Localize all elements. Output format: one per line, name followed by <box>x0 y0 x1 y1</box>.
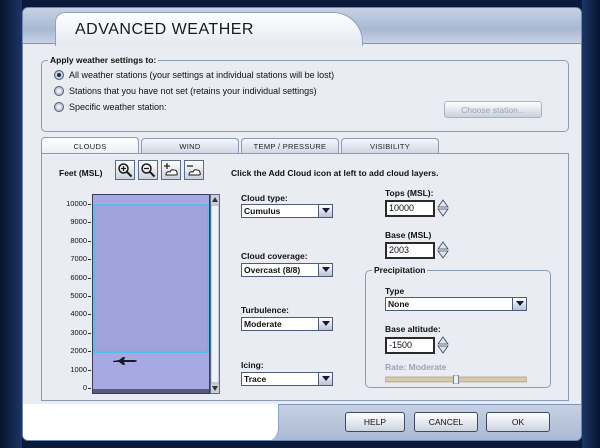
precip-type-label: Type <box>385 286 405 296</box>
turbulence-value: Moderate <box>244 319 282 329</box>
cloud-type-label: Cloud type: <box>241 193 288 203</box>
feet-msl-label: Feet (MSL) <box>59 168 103 178</box>
altitude-tick-label: 9000 <box>70 217 87 227</box>
altitude-tick <box>88 314 91 316</box>
altitude-tick <box>88 222 91 224</box>
radio-all-stations[interactable]: All weather stations (your settings at i… <box>54 70 334 80</box>
apply-settings-label: Apply weather settings to: <box>48 55 159 65</box>
remove-cloud-button[interactable] <box>184 160 204 180</box>
icing-select[interactable]: Trace <box>241 372 333 386</box>
ok-button[interactable]: OK <box>486 412 550 432</box>
add-cloud-hint: Click the Add Cloud icon at left to add … <box>231 168 439 178</box>
choose-station-button[interactable]: Choose station... <box>444 101 542 118</box>
scrollbar-svg <box>210 195 220 393</box>
radio-unset-stations[interactable]: Stations that you have not set (retains … <box>54 86 317 96</box>
zoom-out-button[interactable] <box>138 160 158 180</box>
window-edge-left <box>0 0 22 448</box>
base-spinner[interactable] <box>437 241 449 259</box>
airplane-icon <box>113 357 137 365</box>
altitude-tick <box>88 240 91 242</box>
chevron-down-icon[interactable] <box>512 298 526 310</box>
altitude-tick-label: 1000 <box>70 364 87 374</box>
cloud-type-value: Cumulus <box>244 206 281 216</box>
altitude-tick-label: 10000 <box>66 199 87 208</box>
zoom-in-button[interactable] <box>115 160 135 180</box>
precip-type-select[interactable]: None <box>385 297 527 311</box>
base-altitude-spinner[interactable] <box>437 336 449 354</box>
precip-type-value: None <box>388 299 410 309</box>
tab-temp-pressure[interactable]: TEMP / PRESSURE <box>241 138 339 154</box>
tops-spinner[interactable] <box>437 199 449 217</box>
radio-specific-station-button[interactable] <box>54 102 64 112</box>
chevron-down-icon[interactable] <box>318 318 332 330</box>
altitude-tick-label: 6000 <box>70 272 87 282</box>
turbulence-label: Turbulence: <box>241 305 290 315</box>
ground-strip <box>93 389 209 393</box>
cloud-coverage-select[interactable]: Overcast (8/8) <box>241 263 333 277</box>
apply-settings-group: Apply weather settings to: All weather s… <box>41 55 569 132</box>
cloud-coverage-value: Overcast (8/8) <box>244 265 301 275</box>
cloud-layer-chart <box>92 194 210 394</box>
remove-cloud-icon <box>187 165 201 176</box>
chevron-down-icon[interactable] <box>318 205 332 217</box>
window-edge-right <box>582 0 600 448</box>
radio-all-stations-label: All weather stations (your settings at i… <box>69 70 335 80</box>
altitude-tick <box>88 351 91 353</box>
rate-label: Rate: Moderate <box>385 362 447 372</box>
altitude-tick-label: 0 <box>82 383 87 392</box>
tops-input[interactable]: 10000 <box>385 200 435 217</box>
rate-slider-svg <box>384 374 528 385</box>
cloud-type-select[interactable]: Cumulus <box>241 204 333 218</box>
zoom-out-icon <box>141 163 156 178</box>
turbulence-select[interactable]: Moderate <box>241 317 333 331</box>
altitude-tick <box>88 259 91 261</box>
altitude-tick-label: 8000 <box>70 235 87 245</box>
cloud-layer-svg <box>93 204 209 393</box>
altitude-tick-label: 4000 <box>70 309 87 319</box>
chevron-down-icon[interactable] <box>318 373 332 385</box>
radio-specific-station-label: Specific weather station: <box>69 102 167 112</box>
cancel-button[interactable]: CANCEL <box>414 412 478 432</box>
tab-wind[interactable]: WIND <box>141 138 239 154</box>
altitude-tick-label: 3000 <box>70 327 87 337</box>
rate-slider-thumb <box>453 374 459 385</box>
advanced-weather-dialog: ADVANCED WEATHER Apply weather settings … <box>22 7 582 441</box>
altitude-tick <box>88 204 91 205</box>
base-input[interactable]: 2003 <box>385 242 435 259</box>
radio-unset-stations-label: Stations that you have not set (retains … <box>69 86 317 96</box>
altitude-tick <box>88 332 91 334</box>
altitude-tick <box>88 388 91 389</box>
altitude-tick <box>88 369 91 371</box>
bottom-left-panel <box>23 404 279 440</box>
altitude-tick <box>88 277 91 279</box>
radio-unset-stations-button[interactable] <box>54 86 64 96</box>
altitude-tick-label: 2000 <box>70 346 87 356</box>
altitude-tick-label: 5000 <box>70 291 87 300</box>
add-cloud-button[interactable] <box>161 160 181 180</box>
scroll-thumb <box>210 204 220 384</box>
dialog-title: ADVANCED WEATHER <box>75 21 254 38</box>
help-button[interactable]: HELP <box>345 412 405 432</box>
precipitation-label: Precipitation <box>372 265 428 275</box>
chart-scrollbar[interactable] <box>210 194 220 394</box>
zoom-in-icon <box>118 163 133 178</box>
base-altitude-input[interactable]: -1500 <box>385 337 435 354</box>
cloud-coverage-label: Cloud coverage: <box>241 251 308 261</box>
base-altitude-label: Base altitude: <box>385 324 441 334</box>
altitude-tick <box>88 296 91 297</box>
base-label: Base (MSL) <box>385 230 432 240</box>
tab-visibility[interactable]: VISIBILITY <box>341 138 439 154</box>
radio-specific-station[interactable]: Specific weather station: <box>54 102 167 112</box>
add-cloud-icon <box>164 163 178 176</box>
icing-label: Icing: <box>241 360 264 370</box>
tops-label: Tops (MSL): <box>385 188 434 198</box>
rate-slider[interactable] <box>384 374 528 385</box>
radio-all-stations-button[interactable] <box>54 70 64 80</box>
icing-value: Trace <box>244 374 267 384</box>
altitude-axis: 10000 9000 8000 7000 6000 5000 4000 3000 2000 100… <box>53 194 91 394</box>
chevron-down-icon[interactable] <box>318 264 332 276</box>
altitude-tick-label: 7000 <box>70 254 87 264</box>
cloud-layer-block <box>93 204 209 353</box>
